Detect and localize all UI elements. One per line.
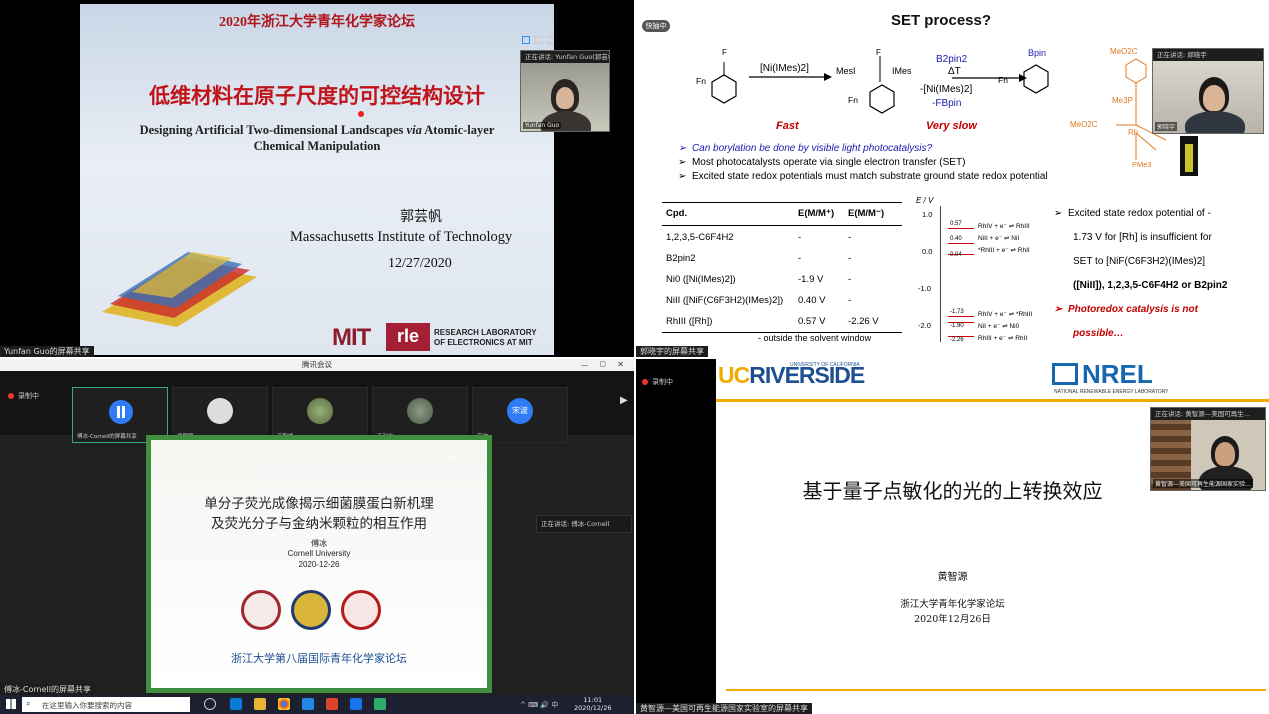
table-footnote: - outside the solvent window	[758, 333, 872, 343]
folder-icon[interactable]	[254, 698, 266, 710]
forum-name: 浙江大学第八届国际青年化学家论坛	[231, 653, 407, 665]
grid-icon[interactable]	[522, 36, 530, 44]
redox-table: Cpd. E(M/M⁺) E(M/M⁻) 1,2,3,5-C6F4H2- - B2…	[662, 202, 902, 333]
mit-logo: MIT	[332, 324, 371, 351]
slide-title-line2: 及荧光分子与金纳米颗粒的相互作用	[211, 516, 427, 532]
pause-icon	[109, 400, 133, 424]
share-label: 郭晓宇的屏幕共享	[636, 346, 708, 357]
mouse-cursor-icon: ▸	[452, 453, 457, 462]
reagent: B2pin2	[936, 54, 968, 65]
participant-name: 黄智源—美国可再生能源国家实验…	[1153, 479, 1254, 488]
zju-seal	[241, 590, 281, 630]
window-title: 腾讯会议	[302, 360, 332, 369]
slide-title-en-line2: Chemical Manipulation	[253, 139, 381, 153]
header-rule	[716, 399, 1269, 402]
sample-vial-photo	[1180, 136, 1198, 176]
cornell-seal	[341, 590, 381, 630]
avatar	[207, 398, 233, 424]
laser-pointer	[358, 111, 364, 117]
speaker-camera[interactable]: 正在讲话: 郭晓宇 郭晓宇	[1152, 48, 1264, 134]
person-face	[1215, 442, 1235, 466]
shared-slide: 2020年浙江大学青年化学家论坛 低维材料在原子尺度的可控结构设计 Design…	[80, 4, 554, 355]
material-illustration	[102, 252, 257, 327]
fast-label: Fast	[776, 120, 799, 132]
close-icon[interactable]: ✕	[617, 360, 624, 369]
forum-title: 2020年浙江大学青年化学家论坛	[219, 15, 415, 30]
clock[interactable]: 11:01 2020/12/26	[574, 696, 611, 712]
speaker-camera[interactable]: 正在讲话: 黄智源—美国可再生… 黄智源—美国可再生能源国家实验…	[1150, 407, 1266, 491]
participant-strip[interactable]: 录制中 傅冰-Cornell的屏幕共享 侯刚刚 丁智峰 王利广 宋波 宋波 ▶	[0, 371, 634, 443]
footer-rule	[726, 689, 1266, 691]
record-icon	[642, 379, 648, 385]
date: 2020年12月26日	[914, 614, 991, 625]
participant-name: 郭晓宇	[1155, 122, 1178, 131]
wechat-icon[interactable]	[374, 698, 386, 710]
edge-icon[interactable]	[230, 698, 242, 710]
start-icon[interactable]	[6, 699, 16, 709]
tencent-meeting-icon[interactable]	[350, 698, 362, 710]
person-face	[1203, 85, 1225, 111]
slide-title-en: Designing Artificial Two-dimensional Lan…	[139, 123, 495, 137]
speaking-indicator: 正在讲话: 傅冰-Cornell	[536, 515, 632, 533]
speaker-name: 郭芸帆	[400, 210, 442, 225]
participant-name: Yunfan Guo	[523, 122, 562, 129]
speaking-label: 正在讲话: 黄智源—美国可再生…	[1151, 408, 1265, 420]
conclusion-text: ➢ Excited state redox potential of - 1.7…	[1054, 208, 1228, 339]
rle-logo: rle	[386, 323, 430, 351]
university-seal	[291, 590, 331, 630]
video-tile-bottom-right[interactable]: 录制中 UCRIVERSIDE UNIVERSITY OF CALIFORNIA…	[636, 359, 1269, 714]
shared-slide: 单分子荧光成像揭示细菌膜蛋白新机理 及荧光分子与金纳米颗粒的相互作用 傅冰 Co…	[146, 435, 492, 693]
left-black-bar: 录制中	[636, 359, 716, 714]
avatar	[307, 398, 333, 424]
avatar	[407, 398, 433, 424]
share-label: 傅冰-Cornell的屏幕共享	[0, 684, 95, 695]
mail-icon[interactable]	[302, 698, 314, 710]
nrel-logo: NREL	[1082, 359, 1153, 389]
slide-title-line1: 单分子荧光成像揭示细菌膜蛋白新机理	[204, 496, 434, 512]
speaker-camera[interactable]: 正在讲话: Yunfan Guo(郭芸帆) Yunfan Guo	[520, 50, 610, 132]
video-tile-bottom-left[interactable]: 腾讯会议 — ▢ ✕ 录制中 傅冰-Cornell的屏幕共享 侯刚刚 丁智峰 王…	[0, 359, 634, 714]
share-label: 黄智源—美国可再生能源国家实验室的屏幕共享	[636, 703, 812, 714]
minimize-icon[interactable]: —	[581, 361, 588, 369]
search-icon: ⌕	[26, 699, 31, 708]
list-icon[interactable]	[546, 36, 554, 44]
slide-title: SET process?	[890, 12, 992, 29]
slide-title-cn: 低维材料在原子尺度的可控结构设计	[149, 83, 485, 108]
maximize-icon[interactable]: ▢	[599, 360, 606, 368]
speaking-label: 正在讲话: 郭晓宇	[1153, 49, 1263, 61]
search-box[interactable]: ⌕ 在这里输入你要搜索的内容	[22, 697, 190, 712]
speaker-name: 黄智源	[937, 572, 968, 583]
energy-diagram: E / V 1.0 0.0 -1.0 -2.0 0.57 0.40 0.04 R…	[916, 196, 1033, 343]
forum-name: 浙江大学青年化学家论坛	[900, 599, 1005, 610]
lab-name: RESEARCH LABORATORY OF ELECTRONICS AT MIT	[434, 328, 537, 347]
speaking-label: 正在讲话: Yunfan Guo(郭芸帆)	[521, 51, 609, 63]
taskbar[interactable]: ⌕ 在这里输入你要搜索的内容 ^ ⌨ 🔊 中 11:01 2020/12/26	[0, 695, 634, 714]
catalyst-label: [Ni(IMes)2]	[760, 63, 809, 74]
avatar: 宋波	[507, 398, 533, 424]
video-tile-top-left[interactable]: 2020年浙江大学青年化学家论坛 低维材料在原子尺度的可控结构设计 Design…	[0, 0, 634, 357]
next-page-icon[interactable]: ▶	[620, 395, 628, 406]
speaker-view-icon[interactable]	[534, 36, 542, 44]
date: 12/27/2020	[388, 256, 452, 271]
reaction-scheme	[711, 56, 1049, 114]
bullet-list: ➢ Can borylation be done by visible ligh…	[678, 143, 1048, 182]
slow-label: Very slow	[926, 120, 977, 132]
task-view-icon[interactable]	[204, 698, 216, 710]
institution: Massachusetts Institute of Technology	[290, 229, 513, 245]
view-toolbar[interactable]	[520, 34, 556, 46]
tray-icons[interactable]: ^ ⌨ 🔊 中	[520, 700, 558, 710]
person-face	[556, 87, 574, 109]
window-titlebar: 腾讯会议 — ▢ ✕	[0, 359, 634, 371]
person-body	[1185, 111, 1245, 133]
record-icon	[8, 393, 14, 399]
ppt-icon[interactable]	[326, 698, 338, 710]
slide-title: 基于量子点敏化的光的上转换效应	[802, 479, 1103, 503]
nrel-logo-mark	[1052, 363, 1078, 385]
share-label: Yunfan Guo的屏幕共享	[0, 346, 94, 357]
video-tile-top-right[interactable]: 快抽中 SET process? F Fn [Ni(IMes)2] F MesI…	[636, 0, 1269, 357]
chrome-icon[interactable]	[278, 698, 290, 710]
